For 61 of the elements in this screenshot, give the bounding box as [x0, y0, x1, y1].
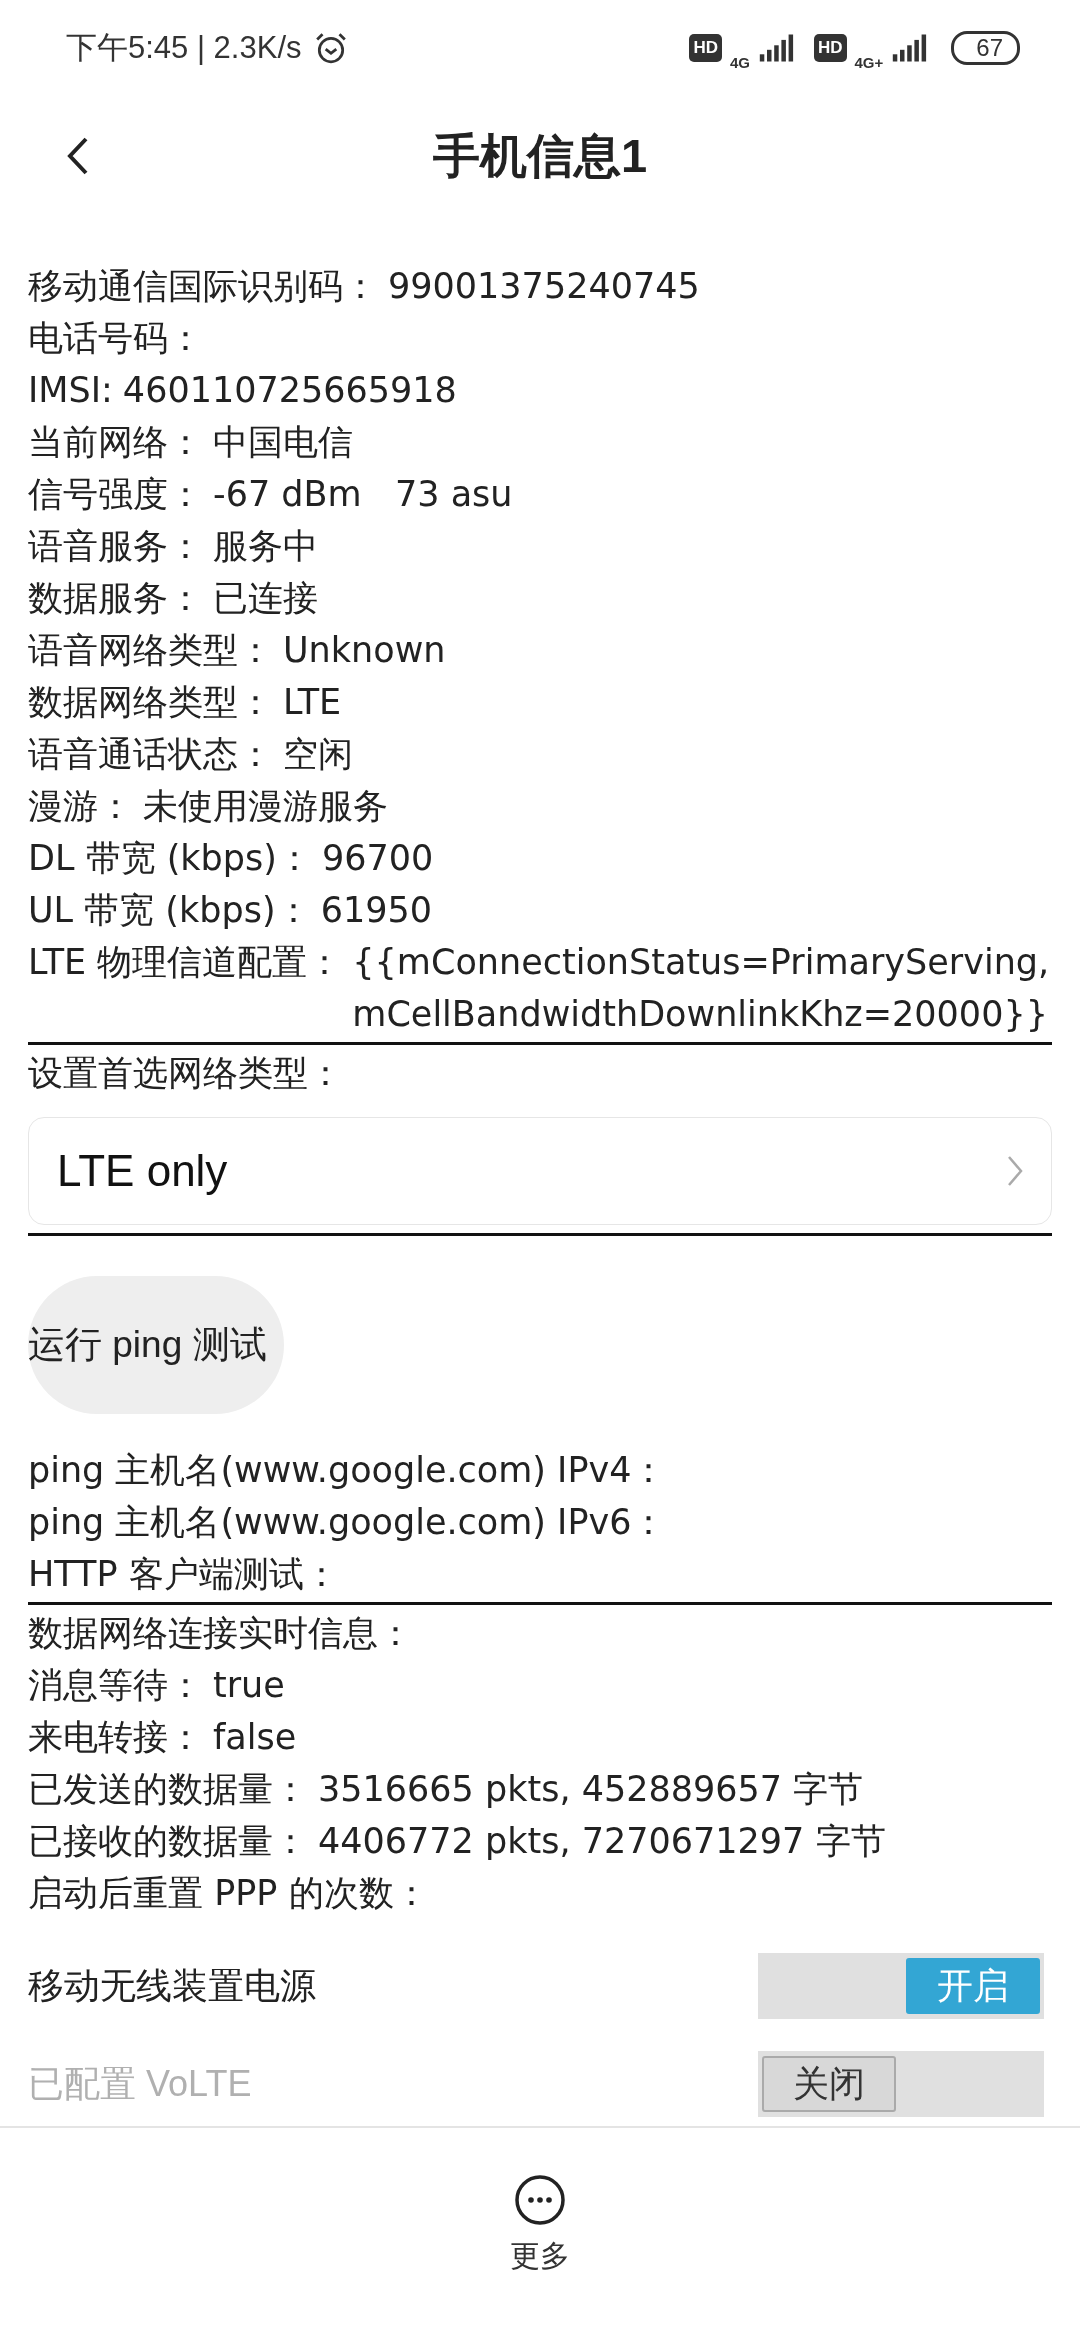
- chevron-right-icon: [1007, 1155, 1023, 1187]
- info-label: HTTP 客户端测试：: [28, 1553, 339, 1596]
- info-label: 语音通话状态：: [28, 733, 273, 776]
- info-value: Unknown: [283, 629, 446, 672]
- info-value: LTE: [283, 681, 342, 724]
- network-type: 4G+: [854, 53, 884, 71]
- info-label: 当前网络：: [28, 421, 203, 464]
- info-label: 信号强度：: [28, 473, 203, 516]
- info-label: UL 带宽 (kbps)：: [28, 889, 311, 932]
- info-label: 语音网络类型：: [28, 629, 273, 672]
- info-value: 96700: [321, 837, 434, 880]
- toggle-knob: 开启: [906, 1958, 1040, 2014]
- info-label: 启动后重置 PPP 的次数：: [28, 1872, 429, 1915]
- info-label: DL 带宽 (kbps)：: [28, 837, 312, 880]
- info-value: true: [213, 1664, 285, 1707]
- info-label: 已发送的数据量：: [28, 1768, 308, 1811]
- info-label: 语音服务：: [28, 525, 203, 568]
- info-label: 电话号码：: [28, 317, 203, 360]
- info-value: 460110725665918: [122, 369, 457, 412]
- info-label: IMSI:: [28, 369, 113, 412]
- setting-label: 已配置 VoLTE: [28, 2061, 252, 2106]
- signal-icon: [757, 34, 794, 62]
- info-value: 服务中: [213, 525, 318, 568]
- info-label: 漫游：: [28, 785, 133, 828]
- alarm-clock-icon: [313, 31, 348, 65]
- info-value: 已连接: [213, 577, 318, 620]
- info-label: LTE 物理信道配置：: [28, 941, 343, 984]
- info-label: 数据网络连接实时信息：: [28, 1612, 413, 1655]
- hd-badge: HD: [813, 34, 847, 62]
- info-label: 已接收的数据量：: [28, 1820, 308, 1863]
- info-label: 消息等待：: [28, 1664, 203, 1707]
- info-value: false: [213, 1716, 297, 1759]
- toggle-knob: 关闭: [762, 2056, 896, 2112]
- section-label: 设置首选网络类型：: [28, 1052, 343, 1095]
- info-value: -67 dBm 73 asu: [213, 473, 513, 516]
- info-label: 数据网络类型：: [28, 681, 273, 724]
- battery-level: 67: [951, 31, 1020, 65]
- network-type-dropdown[interactable]: LTE only: [28, 1117, 1052, 1225]
- info-value: 4406772 pkts, 7270671297 字节: [318, 1820, 886, 1863]
- more-button[interactable]: 更多: [510, 2174, 570, 2277]
- info-value: 99001375240745: [388, 265, 700, 308]
- status-time: 下午5:45 | 2.3K/s: [66, 29, 302, 67]
- info-value: {{mConnectionStatus=PrimaryServing,mCellBandwidthDownlinkKhz=20000}}: [352, 941, 1051, 1036]
- info-value: 3516665 pkts, 452889657 字节: [318, 1768, 864, 1811]
- more-icon: [514, 2174, 566, 2226]
- page-title: 手机信息1: [432, 127, 648, 184]
- info-label: 移动通信国际识别码：: [28, 265, 378, 308]
- info-label: ping 主机名(www.google.com) IPv6：: [28, 1501, 667, 1544]
- hd-badge: HD: [689, 34, 722, 62]
- signal-icon: [891, 34, 928, 62]
- info-label: 数据服务：: [28, 577, 203, 620]
- network-type: 4G: [729, 53, 750, 71]
- info-label: ping 主机名(www.google.com) IPv4：: [28, 1449, 667, 1492]
- ping-test-button[interactable]: 运行 ping 测试: [28, 1276, 284, 1414]
- info-value: 中国电信: [213, 421, 353, 464]
- setting-label: 移动无线装置电源: [28, 1963, 316, 2008]
- info-value: 61950: [320, 889, 432, 932]
- back-icon[interactable]: [66, 136, 90, 176]
- info-value: 空闲: [283, 733, 353, 776]
- info-value: 未使用漫游服务: [143, 785, 388, 828]
- info-label: 来电转接：: [28, 1716, 203, 1759]
